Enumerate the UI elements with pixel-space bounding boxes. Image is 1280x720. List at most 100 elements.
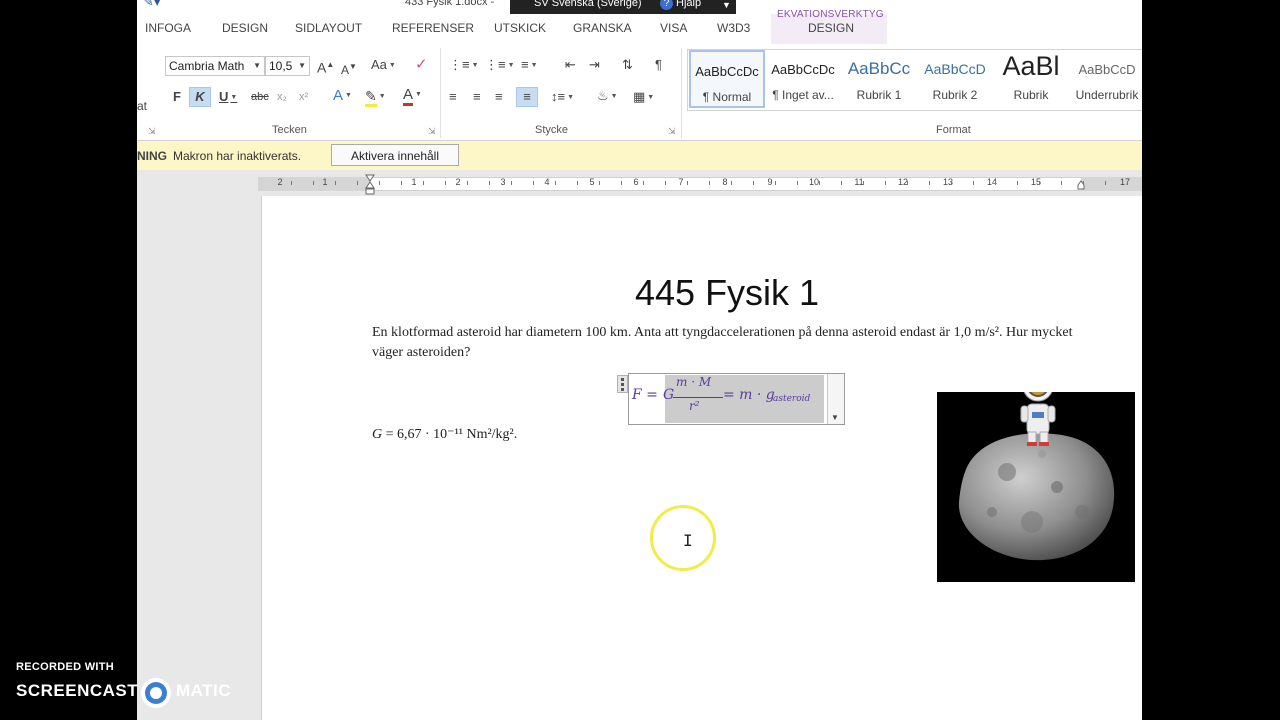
style-name: Rubrik 2 bbox=[932, 88, 978, 102]
italic-button[interactable]: K bbox=[189, 87, 211, 107]
tab-design[interactable]: DESIGN bbox=[222, 21, 268, 35]
shrink-font-button[interactable]: A▼ bbox=[341, 58, 357, 79]
language-bar[interactable]: SV Svenska (Sverige) ? Hjälp ▼ bbox=[510, 0, 736, 15]
tab-w3d3[interactable]: W3D3 bbox=[717, 21, 750, 35]
change-case-button[interactable]: Aa ▼ bbox=[371, 56, 396, 75]
grow-font-button[interactable]: A▲ bbox=[317, 56, 334, 77]
font-color-button[interactable]: A ▼ bbox=[403, 86, 422, 106]
document-heading[interactable]: 445 Fysik 1 bbox=[635, 272, 819, 314]
equation-fraction-bar bbox=[673, 397, 723, 398]
help-icon: ? bbox=[660, 0, 673, 10]
align-center-icon[interactable]: ≡ bbox=[473, 88, 481, 106]
style-normal[interactable]: AaBbCcDc ¶ Normal bbox=[689, 50, 765, 108]
borders-button[interactable]: ▦ ▼ bbox=[633, 88, 654, 107]
font-launcher-icon[interactable]: ⇲ bbox=[428, 126, 436, 137]
font-name-combo[interactable]: Cambria Math ▼ bbox=[165, 56, 265, 76]
enable-content-button[interactable]: Aktivera innehåll bbox=[331, 144, 459, 166]
tab-infoga[interactable]: INFOGA bbox=[145, 21, 191, 35]
ruler-tick bbox=[709, 181, 710, 185]
text-effects-button[interactable]: A ▼ bbox=[333, 87, 352, 105]
ruler-number: 17 bbox=[1119, 177, 1130, 187]
equation-rhs: = m · g bbox=[723, 387, 775, 403]
ruler-number: 14 bbox=[986, 177, 997, 187]
quick-access-icon[interactable]: ✎▾ bbox=[143, 0, 160, 10]
equation-subscript: asteroid bbox=[773, 394, 811, 404]
style-title[interactable]: AaBl Rubrik bbox=[993, 50, 1069, 108]
help-button[interactable]: ? Hjälp bbox=[660, 0, 701, 10]
title-bar: ✎▾ 433 Fysik 1.docx - SV Svenska (Sverig… bbox=[137, 0, 1142, 15]
ruler-number: 4 bbox=[544, 177, 550, 187]
decrease-indent-icon[interactable]: ⇤ bbox=[565, 56, 576, 74]
help-label: Hjälp bbox=[676, 0, 702, 9]
align-right-icon[interactable]: ≡ bbox=[495, 88, 503, 106]
ruler-tick bbox=[687, 181, 688, 185]
borders-icon: ▦ bbox=[633, 89, 646, 104]
font-name-value: Cambria Math bbox=[169, 59, 245, 73]
ruler-tick bbox=[1127, 181, 1128, 185]
tab-granska[interactable]: GRANSKA bbox=[573, 21, 632, 35]
align-left-icon[interactable]: ≡ bbox=[449, 88, 457, 106]
style-sample: AaBbCc bbox=[847, 59, 911, 78]
subscript-button[interactable]: x₂ bbox=[277, 88, 287, 106]
superscript-button[interactable]: x² bbox=[299, 88, 308, 106]
style-no-spacing[interactable]: AaBbCcDc ¶ Inget av... bbox=[765, 50, 841, 108]
show-marks-icon[interactable]: ¶ bbox=[655, 56, 662, 74]
style-sample: AaBbCcDc bbox=[695, 64, 759, 79]
clear-formatting-icon[interactable]: ✓ bbox=[415, 56, 428, 74]
ruler-tick bbox=[1017, 181, 1018, 185]
line-spacing-icon: ↕≡ bbox=[551, 89, 566, 104]
strikethrough-button[interactable]: abc bbox=[251, 88, 269, 106]
bullets-button[interactable]: ⋮≡ ▼ bbox=[449, 56, 479, 75]
chevron-down-icon: ▼ bbox=[298, 61, 306, 70]
font-size-combo[interactable]: 10,5 ▼ bbox=[265, 56, 310, 76]
tab-utskick[interactable]: UTSKICK bbox=[494, 21, 546, 35]
ruler-number: 12 bbox=[897, 177, 908, 187]
style-name: Underrubrik bbox=[1075, 88, 1139, 102]
ruler-tick bbox=[753, 181, 754, 185]
equation-options-button[interactable]: ▼ bbox=[827, 374, 844, 424]
sort-icon[interactable]: ⇅ bbox=[622, 56, 633, 74]
shading-button[interactable]: ♨ ▼ bbox=[597, 87, 618, 106]
paragraph-launcher-icon[interactable]: ⇲ bbox=[668, 126, 676, 137]
tab-visa[interactable]: VISA bbox=[660, 21, 687, 35]
problem-paragraph[interactable]: En klotformad asteroid har diametern 100… bbox=[372, 323, 1092, 363]
language-label[interactable]: SV Svenska (Sverige) bbox=[534, 0, 642, 9]
right-indent-marker[interactable] bbox=[1077, 180, 1085, 190]
underline-button[interactable]: U ▼ bbox=[219, 88, 237, 107]
increase-indent-icon[interactable]: ⇥ bbox=[589, 56, 600, 74]
line-spacing-button[interactable]: ↕≡ ▼ bbox=[551, 88, 574, 107]
style-heading-2[interactable]: AaBbCcD Rubrik 2 bbox=[917, 50, 993, 108]
paint-bucket-icon: ♨ bbox=[597, 88, 609, 103]
ruler-tick bbox=[775, 181, 776, 185]
multilevel-list-button[interactable]: ≡ ▼ bbox=[521, 56, 538, 75]
style-name: Rubrik 1 bbox=[856, 88, 902, 102]
tab-referenser[interactable]: REFERENSER bbox=[392, 21, 474, 35]
equation-handle-icon[interactable] bbox=[617, 375, 628, 393]
gravity-constant-line[interactable]: G = 6,67 · 10⁻¹¹ Nm²/kg². bbox=[372, 426, 517, 443]
chevron-down-icon[interactable]: ▼ bbox=[722, 0, 731, 10]
ruler-number: 5 bbox=[589, 177, 595, 187]
document-title: 433 Fysik 1.docx - bbox=[405, 0, 495, 8]
document-page[interactable]: 445 Fysik 1 En klotformad asteroid har d… bbox=[261, 196, 1142, 720]
numbering-button[interactable]: ⋮≡ ▼ bbox=[485, 56, 515, 75]
tab-equation-design[interactable]: DESIGN bbox=[808, 21, 854, 35]
equation-box[interactable]: F = G m · M r² = m · g asteroid ▼ bbox=[617, 373, 845, 425]
equation-denominator: r² bbox=[689, 399, 700, 413]
justify-icon[interactable]: ≡ bbox=[516, 87, 538, 107]
tab-sidlayout[interactable]: SIDLAYOUT bbox=[295, 21, 362, 35]
clipboard-launcher-icon[interactable]: ⇲ bbox=[148, 126, 156, 137]
ruler-number: 2 bbox=[277, 177, 283, 187]
ruler-tick bbox=[401, 181, 402, 185]
underline-label: U bbox=[219, 89, 229, 104]
indent-marker[interactable] bbox=[365, 174, 375, 196]
highlight-button[interactable]: ✎ ▼ bbox=[365, 87, 386, 107]
style-subtitle[interactable]: AaBbCcD Underrubrik bbox=[1069, 50, 1142, 108]
style-heading-1[interactable]: AaBbCc Rubrik 1 bbox=[841, 50, 917, 108]
group-label-styles: Format bbox=[936, 124, 971, 136]
ruler-tick bbox=[379, 181, 380, 185]
horizontal-ruler[interactable]: 2 1 1 2 3 4 5 6 7 8 9 10 11 12 13 14 15 17 bbox=[137, 170, 1142, 196]
security-warning-label: NING bbox=[137, 149, 167, 163]
asteroid-image[interactable] bbox=[937, 392, 1135, 582]
ribbon: at ⇲ Cambria Math ▼ 10,5 ▼ A▲ A▼ Aa ▼ ✓ F K… bbox=[137, 44, 1142, 141]
bold-button[interactable]: F bbox=[173, 88, 181, 106]
